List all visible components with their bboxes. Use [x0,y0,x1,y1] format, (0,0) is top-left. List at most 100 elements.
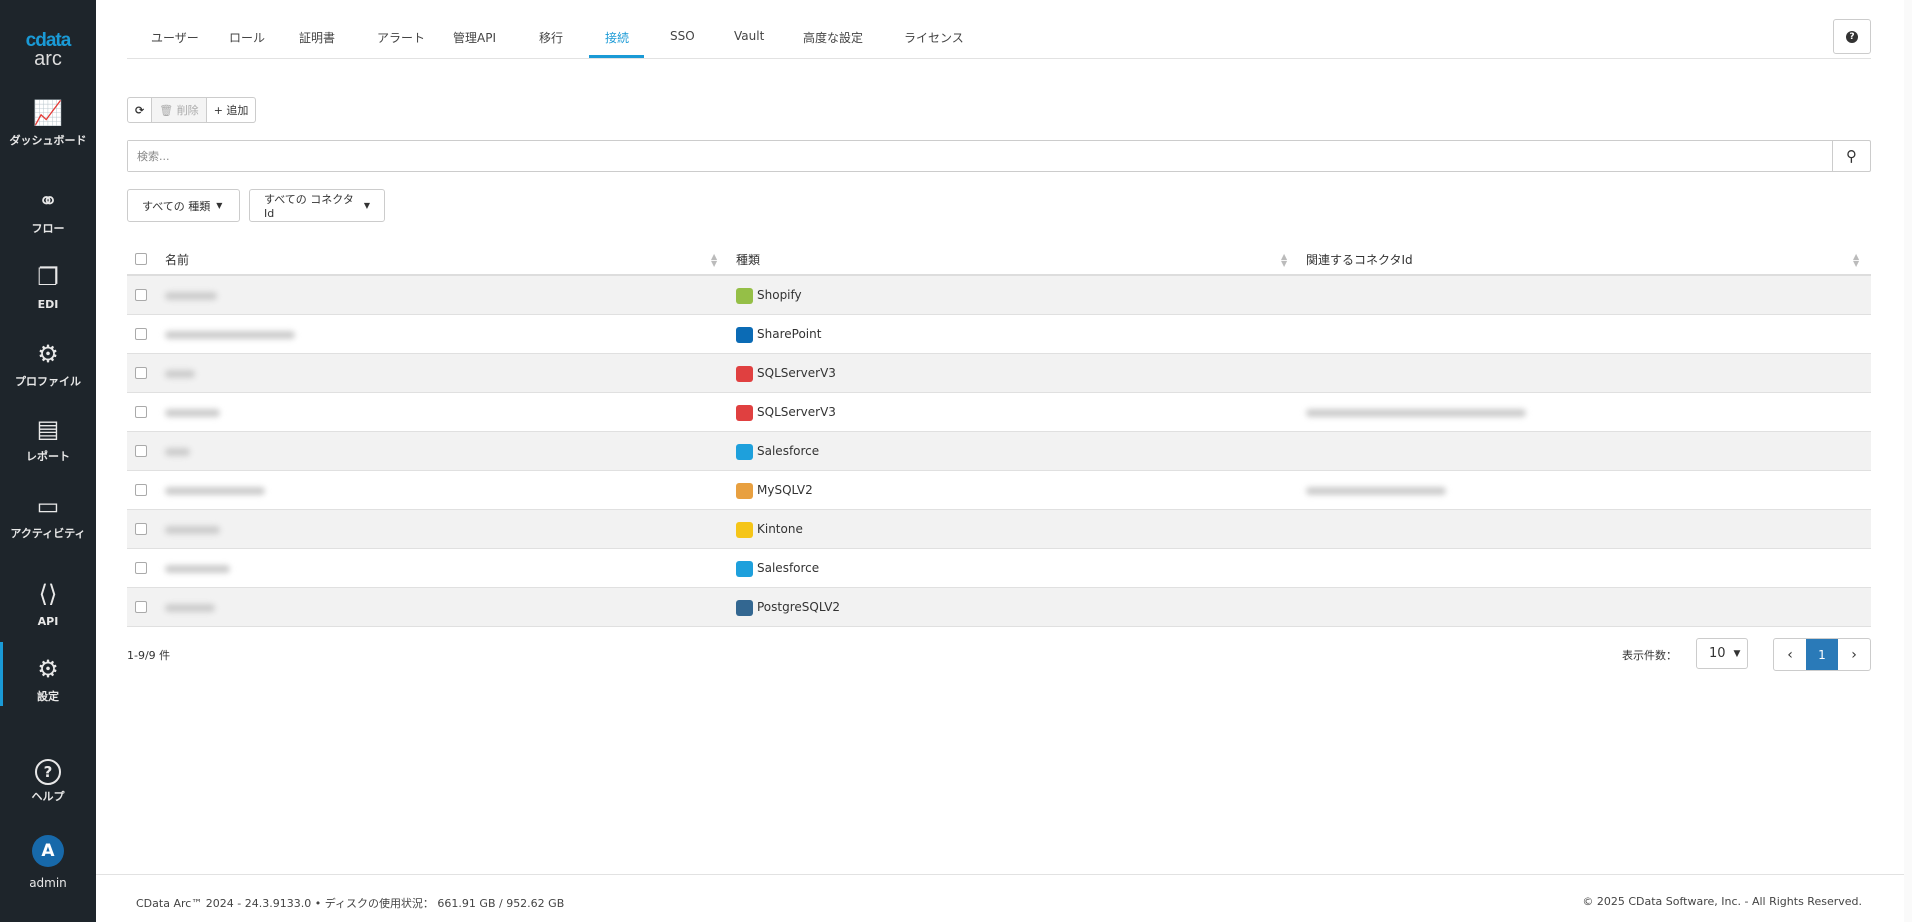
tab-2[interactable]: 証明書 [299,29,335,46]
redacted-name [165,292,217,300]
sidebar-item-8[interactable]: ? ヘルプ [0,754,96,803]
tab-6[interactable]: 接続 [605,29,629,46]
table-row[interactable]: SQLServerV3 [127,393,1871,432]
sidebar: cdata arc 📈 ダッシュボード ⚭ フロー ❐ EDI ⚙ プロファイル ▤ レポート ▭ ア… [0,0,96,922]
sidebar-item-3[interactable]: ⚙ プロファイル [0,339,96,388]
row-checkbox[interactable] [135,562,147,574]
prev-page-button[interactable]: ‹ [1774,639,1806,670]
column-name[interactable]: 名前 [165,244,189,276]
table-row[interactable]: SharePoint [127,315,1871,354]
sidebar-item-5[interactable]: ▭ アクティビティ [0,491,96,540]
delete-button[interactable]: 🗑 削除 [152,98,207,122]
table-row[interactable]: Kintone [127,510,1871,549]
footer: CData Arc™ 2024 - 24.3.9133.0 • ディスクの使用状… [96,874,1904,922]
tab-1[interactable]: ロール [229,29,265,46]
table-row[interactable]: PostgreSQLV2 [127,588,1871,627]
connection-type: Salesforce [736,549,819,588]
row-checkbox[interactable] [135,445,147,457]
sort-icon[interactable]: ▲ ▼ [711,253,717,268]
redacted-name [165,604,215,612]
cdata-arc-logo[interactable]: cdata arc [0,30,96,71]
gears-icon: ⚙ [37,340,59,368]
tab-5[interactable]: 移行 [539,29,563,46]
search-input[interactable] [128,141,1828,171]
type-filter-dropdown[interactable]: すべての 種類 ▼ [127,189,240,222]
sidebar-item-1[interactable]: ⚭ フロー [0,186,96,235]
redacted-name [165,526,220,534]
flow-icon: ⚭ [37,187,59,215]
page-1-button[interactable]: 1 [1806,639,1838,670]
redacted-name [165,448,190,456]
copy-icon: ❐ [37,263,59,291]
tab-0[interactable]: ユーザー [151,29,199,46]
connector-logo-icon [736,521,753,538]
refresh-button[interactable]: ⟳ [128,98,153,122]
sidebar-item-7[interactable]: ⚙ 設定 [0,642,96,706]
connection-type: Kintone [736,510,803,549]
connector-logo-icon [736,560,753,577]
connector-logo-icon [736,365,753,382]
redacted-name [165,370,195,378]
caret-down-icon: ▼ [363,201,370,210]
tab-8[interactable]: Vault [734,29,764,43]
gear-icon: ⚙ [37,655,59,683]
connector-logo-icon [736,443,753,460]
table-row[interactable]: Salesforce [127,432,1871,471]
add-button[interactable]: + 追加 [207,98,256,122]
version-disk-info: CData Arc™ 2024 - 24.3.9133.0 • ディスクの使用状… [136,897,565,910]
connection-type: MySQLV2 [736,471,813,510]
table-row[interactable]: Shopify [127,276,1871,315]
connector-logo-icon [736,326,753,343]
redacted-connector-id [1306,409,1526,417]
caret-down-icon: ▼ [216,201,223,210]
code-file-icon: ⟨⟩ [38,580,58,608]
sidebar-item-4[interactable]: ▤ レポート [0,414,96,463]
row-checkbox[interactable] [135,601,147,613]
sidebar-item-6[interactable]: ⟨⟩ API [0,579,96,628]
user-name: admin [29,876,67,890]
document-icon: ▤ [36,415,60,443]
redacted-connector-id [1306,487,1446,495]
user-menu[interactable]: A admin [0,835,96,890]
tab-4[interactable]: 管理API [453,29,496,46]
page-scrollbar[interactable] [1904,0,1912,922]
sort-icon[interactable]: ▲ ▼ [1281,253,1287,268]
connector-logo-icon [736,404,753,421]
table-header: 名前 ▲ ▼ 種類 ▲ ▼ 関連するコネクタId ▲ ▼ [127,244,1871,276]
connector-logo-icon [736,599,753,616]
column-type[interactable]: 種類 [736,244,760,276]
tab-10[interactable]: ライセンス [904,29,964,46]
connector-filter-dropdown[interactable]: すべての コネクタId ▼ [249,189,385,222]
row-checkbox[interactable] [135,289,147,301]
tab-9[interactable]: 高度な設定 [803,29,863,46]
row-checkbox[interactable] [135,523,147,535]
page-size-label: 表示件数： [1622,649,1677,662]
row-checkbox[interactable] [135,484,147,496]
pagination: ‹ 1 › [1773,638,1871,671]
sort-icon[interactable]: ▲ ▼ [1853,253,1859,268]
table-row[interactable]: SQLServerV3 [127,354,1871,393]
trash-icon: 🗑 [159,103,174,117]
row-checkbox[interactable] [135,328,147,340]
column-related-connector[interactable]: 関連するコネクタId [1306,244,1413,276]
chart-line-icon: 📈 [33,99,63,127]
tab-3[interactable]: アラート [377,29,425,46]
page-size-select[interactable]: 10 ▼ [1696,638,1748,669]
row-checkbox[interactable] [135,406,147,418]
search-button[interactable]: ⚲ [1832,141,1870,171]
row-checkbox[interactable] [135,367,147,379]
copyright: © 2025 CData Software, Inc. - All Rights… [1582,895,1862,908]
connector-logo-icon [736,482,753,499]
connection-type: Salesforce [736,432,819,471]
connection-type: SharePoint [736,315,821,354]
help-button[interactable]: ? [1833,19,1871,54]
tab-7[interactable]: SSO [670,29,695,43]
next-page-button[interactable]: › [1838,639,1870,670]
select-all-checkbox[interactable] [135,253,147,265]
sidebar-item-0[interactable]: 📈 ダッシュボード [0,98,96,147]
connection-type: SQLServerV3 [736,393,836,432]
sidebar-item-2[interactable]: ❐ EDI [0,262,96,311]
search-box: ⚲ [127,140,1871,172]
table-row[interactable]: Salesforce [127,549,1871,588]
table-row[interactable]: MySQLV2 [127,471,1871,510]
